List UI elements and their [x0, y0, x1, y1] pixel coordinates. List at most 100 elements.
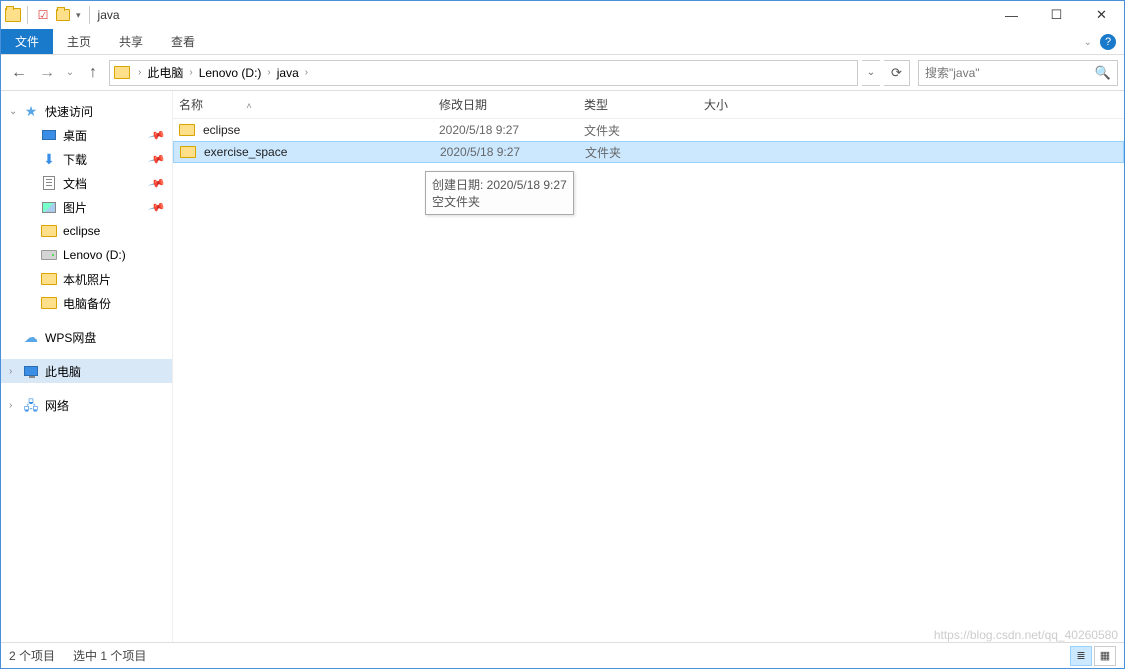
qat-newfolder-icon[interactable]: [56, 9, 70, 21]
column-name[interactable]: 名称 ˄: [173, 96, 433, 113]
file-name: eclipse: [197, 123, 433, 137]
search-placeholder: 搜索"java": [925, 64, 980, 81]
close-button[interactable]: ✕: [1079, 1, 1124, 29]
file-date: 2020/5/18 9:27: [433, 123, 578, 137]
title-bar: ☑ ▾ java — ☐ ✕: [1, 1, 1124, 29]
qat-properties-icon[interactable]: ☑: [34, 6, 52, 24]
minimize-button[interactable]: —: [989, 1, 1034, 29]
sidebar-item-network[interactable]: › 🖧 网络: [1, 393, 172, 417]
qat-dropdown-icon[interactable]: ▾: [74, 10, 83, 21]
help-icon[interactable]: ?: [1100, 34, 1116, 50]
address-bar[interactable]: › 此电脑 › Lenovo (D:) › java ›: [109, 60, 858, 86]
sidebar-item-label: 此电脑: [45, 363, 81, 380]
sidebar-item-drive-d[interactable]: Lenovo (D:): [1, 243, 172, 267]
tab-file[interactable]: 文件: [1, 29, 53, 54]
sidebar-item-local-photos[interactable]: 本机照片: [1, 267, 172, 291]
sidebar-item-label: 网络: [45, 397, 69, 414]
chevron-right-icon[interactable]: ›: [263, 67, 274, 78]
view-large-icons-button[interactable]: ▦: [1094, 646, 1116, 666]
chevron-down-icon[interactable]: ⌄: [9, 106, 17, 117]
file-date: 2020/5/18 9:27: [434, 145, 579, 159]
folder-icon: [41, 297, 57, 309]
file-rows[interactable]: eclipse 2020/5/18 9:27 文件夹 exercise_spac…: [173, 119, 1124, 642]
pin-icon: 📌: [148, 150, 166, 168]
chevron-right-icon[interactable]: ›: [301, 67, 312, 78]
desktop-icon: [42, 130, 56, 140]
sidebar-item-label: WPS网盘: [45, 329, 96, 346]
file-name: exercise_space: [198, 145, 434, 159]
column-date[interactable]: 修改日期: [433, 96, 578, 113]
chevron-right-icon[interactable]: ›: [9, 366, 12, 377]
sidebar-item-eclipse[interactable]: eclipse: [1, 219, 172, 243]
search-input[interactable]: 搜索"java" 🔍: [918, 60, 1118, 86]
app-icon[interactable]: [5, 8, 21, 22]
tab-share[interactable]: 共享: [105, 29, 157, 54]
window-title: java: [98, 8, 120, 22]
forward-button: →: [35, 61, 59, 85]
sidebar-item-label: 电脑备份: [63, 295, 111, 312]
pictures-icon: [42, 202, 56, 213]
network-icon: 🖧: [24, 399, 39, 412]
file-type: 文件夹: [578, 122, 698, 139]
sidebar-item-label: 文档: [63, 175, 87, 192]
pin-icon: 📌: [148, 126, 166, 144]
tab-home[interactable]: 主页: [53, 29, 105, 54]
pin-icon: 📌: [148, 174, 166, 192]
maximize-button[interactable]: ☐: [1034, 1, 1079, 29]
status-selected: 选中 1 个项目: [73, 647, 146, 664]
back-button[interactable]: ←: [7, 61, 31, 85]
column-type[interactable]: 类型: [578, 96, 698, 113]
sidebar-item-pc-backup[interactable]: 电脑备份: [1, 291, 172, 315]
pin-icon: 📌: [148, 198, 166, 216]
search-icon[interactable]: 🔍: [1095, 65, 1111, 81]
sidebar-item-wps[interactable]: ☁ WPS网盘: [1, 325, 172, 349]
tooltip: 创建日期: 2020/5/18 9:27 空文件夹: [425, 171, 574, 215]
sidebar-item-downloads[interactable]: ⬇ 下载 📌: [1, 147, 172, 171]
download-icon: ⬇: [43, 152, 55, 166]
tab-view[interactable]: 查看: [157, 29, 209, 54]
star-icon: ★: [25, 104, 38, 118]
sort-indicator-icon: ˄: [206, 101, 251, 111]
view-details-button[interactable]: ≣: [1070, 646, 1092, 666]
address-dropdown-icon[interactable]: ⌄: [862, 60, 880, 86]
sidebar-item-this-pc[interactable]: › 此电脑: [1, 359, 172, 383]
sidebar-item-pictures[interactable]: 图片 📌: [1, 195, 172, 219]
chevron-right-icon[interactable]: ›: [134, 67, 145, 78]
chevron-right-icon[interactable]: ›: [185, 67, 196, 78]
column-size[interactable]: 大小: [698, 96, 778, 113]
ribbon: 文件 主页 共享 查看 ⌄ ?: [1, 29, 1124, 55]
sidebar-item-desktop[interactable]: 桌面 📌: [1, 123, 172, 147]
sidebar-item-label: 快速访问: [45, 103, 93, 120]
status-count: 2 个项目: [9, 647, 55, 664]
crumb-this-pc[interactable]: 此电脑: [145, 64, 185, 81]
folder-icon: [179, 124, 195, 136]
sidebar: ⌄ ★ 快速访问 桌面 📌 ⬇ 下载 📌 文档 📌: [1, 91, 173, 642]
file-row[interactable]: exercise_space 2020/5/18 9:27 文件夹: [173, 141, 1124, 163]
folder-icon: [41, 273, 57, 285]
sidebar-item-label: eclipse: [63, 224, 100, 238]
nav-bar: ← → ⌄ ↑ › 此电脑 › Lenovo (D:) › java › ⌄ ⟳…: [1, 55, 1124, 91]
sidebar-item-documents[interactable]: 文档 📌: [1, 171, 172, 195]
crumb-drive[interactable]: Lenovo (D:): [197, 66, 264, 80]
status-bar: 2 个项目 选中 1 个项目 ≣ ▦: [1, 642, 1124, 668]
cloud-icon: ☁: [24, 330, 38, 344]
drive-icon: [41, 250, 57, 260]
folder-icon: [180, 146, 196, 158]
chevron-right-icon[interactable]: ›: [9, 400, 12, 411]
address-folder-icon: [114, 66, 130, 79]
up-button[interactable]: ↑: [81, 61, 105, 85]
document-icon: [43, 176, 55, 190]
file-row[interactable]: eclipse 2020/5/18 9:27 文件夹: [173, 119, 1124, 141]
tooltip-line: 空文件夹: [432, 193, 567, 210]
sidebar-quick-access[interactable]: ⌄ ★ 快速访问: [1, 99, 172, 123]
sidebar-item-label: 桌面: [63, 127, 87, 144]
column-headers: 名称 ˄ 修改日期 类型 大小: [173, 91, 1124, 119]
ribbon-expand-icon[interactable]: ⌄: [1084, 37, 1092, 48]
recent-dropdown-icon[interactable]: ⌄: [63, 61, 77, 85]
refresh-button[interactable]: ⟳: [884, 60, 910, 86]
quick-access-toolbar: ☑ ▾: [5, 6, 92, 24]
crumb-folder[interactable]: java: [275, 66, 301, 80]
folder-icon: [41, 225, 57, 237]
file-list: 名称 ˄ 修改日期 类型 大小 eclipse 2020/5/18 9:27 文…: [173, 91, 1124, 642]
sidebar-item-label: 图片: [63, 199, 87, 216]
